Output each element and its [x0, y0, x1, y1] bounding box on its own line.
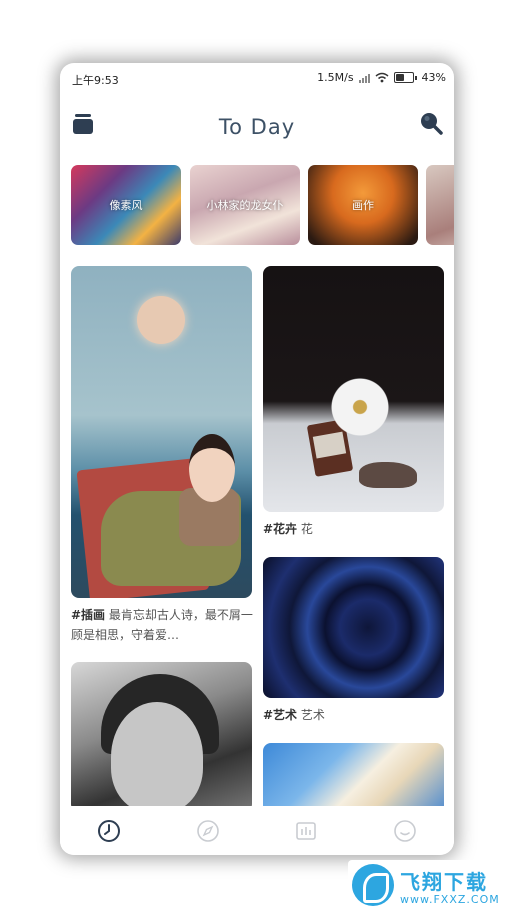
- category-label: 小林家的龙女仆: [206, 199, 284, 212]
- battery-icon: [393, 72, 417, 83]
- feed-tag: #插画: [71, 608, 106, 622]
- phone-screen: 上午9:53 1.5M/s 43% To Day 像素风 小林家的龙女仆 画作 …: [60, 63, 454, 855]
- category-label: 像素风: [109, 199, 143, 212]
- feed-image-portrait[interactable]: [71, 662, 252, 806]
- category-card-paintings[interactable]: 画作: [308, 165, 418, 245]
- feed-caption[interactable]: #插画 最肯忘却古人诗，最不屑一顾是相思，守着爱…: [71, 605, 255, 645]
- rock-shape: [359, 462, 417, 488]
- category-label: 画作: [352, 199, 374, 212]
- head-shape: [189, 434, 235, 502]
- nav-today[interactable]: [96, 818, 122, 844]
- image-feed: #插画 最肯忘却古人诗，最不屑一顾是相思，守着爱… #花卉 花 #艺术 艺术: [71, 265, 444, 806]
- watermark-logo-icon: [352, 864, 394, 906]
- wifi-icon: [375, 72, 389, 83]
- status-bar: 上午9:53 1.5M/s 43%: [60, 63, 454, 93]
- chart-icon: [296, 821, 317, 840]
- feed-text: 艺术: [300, 708, 325, 722]
- app-header: To Day: [60, 101, 454, 151]
- feed-image-art[interactable]: [263, 557, 444, 698]
- category-carousel: 像素风 小林家的龙女仆 画作: [71, 165, 454, 245]
- nav-stats[interactable]: [293, 818, 319, 844]
- bottom-nav: [60, 806, 454, 855]
- watermark-title: 飞翔下载: [400, 870, 488, 894]
- app-title: To Day: [218, 115, 296, 139]
- feed-image-illustration[interactable]: [71, 266, 252, 598]
- feed-tag: #艺术: [263, 708, 298, 722]
- status-time: 上午9:53: [72, 74, 119, 87]
- feed-image-anime[interactable]: [263, 743, 444, 806]
- feed-image-flower[interactable]: [263, 266, 444, 512]
- moon-shape: [137, 296, 185, 344]
- category-card-dragon-maid[interactable]: 小林家的龙女仆: [190, 165, 300, 245]
- clock-icon: [98, 819, 121, 842]
- site-watermark: 飞翔下载 www.FXXZ.COM: [348, 860, 506, 912]
- signal-icon: [358, 73, 370, 83]
- watermark-url: www.FXXZ.COM: [400, 893, 500, 906]
- nav-profile[interactable]: [392, 818, 418, 844]
- smile-icon: [393, 819, 416, 842]
- status-indicators: 1.5M/s 43%: [317, 71, 446, 84]
- battery-level: 43%: [421, 71, 446, 84]
- feed-text: 花: [300, 522, 313, 536]
- category-card-partial[interactable]: [426, 165, 454, 245]
- feed-caption[interactable]: #艺术 艺术: [263, 705, 444, 725]
- feed-tag: #花卉: [263, 522, 298, 536]
- category-card-pixel-art[interactable]: 像素风: [71, 165, 181, 245]
- search-icon[interactable]: [418, 110, 444, 136]
- face-shape: [111, 702, 203, 806]
- feed-caption[interactable]: #花卉 花: [263, 519, 444, 539]
- nav-discover[interactable]: [195, 818, 221, 844]
- flower-shape: [327, 374, 393, 440]
- network-speed: 1.5M/s: [317, 71, 354, 84]
- compass-icon: [196, 819, 219, 842]
